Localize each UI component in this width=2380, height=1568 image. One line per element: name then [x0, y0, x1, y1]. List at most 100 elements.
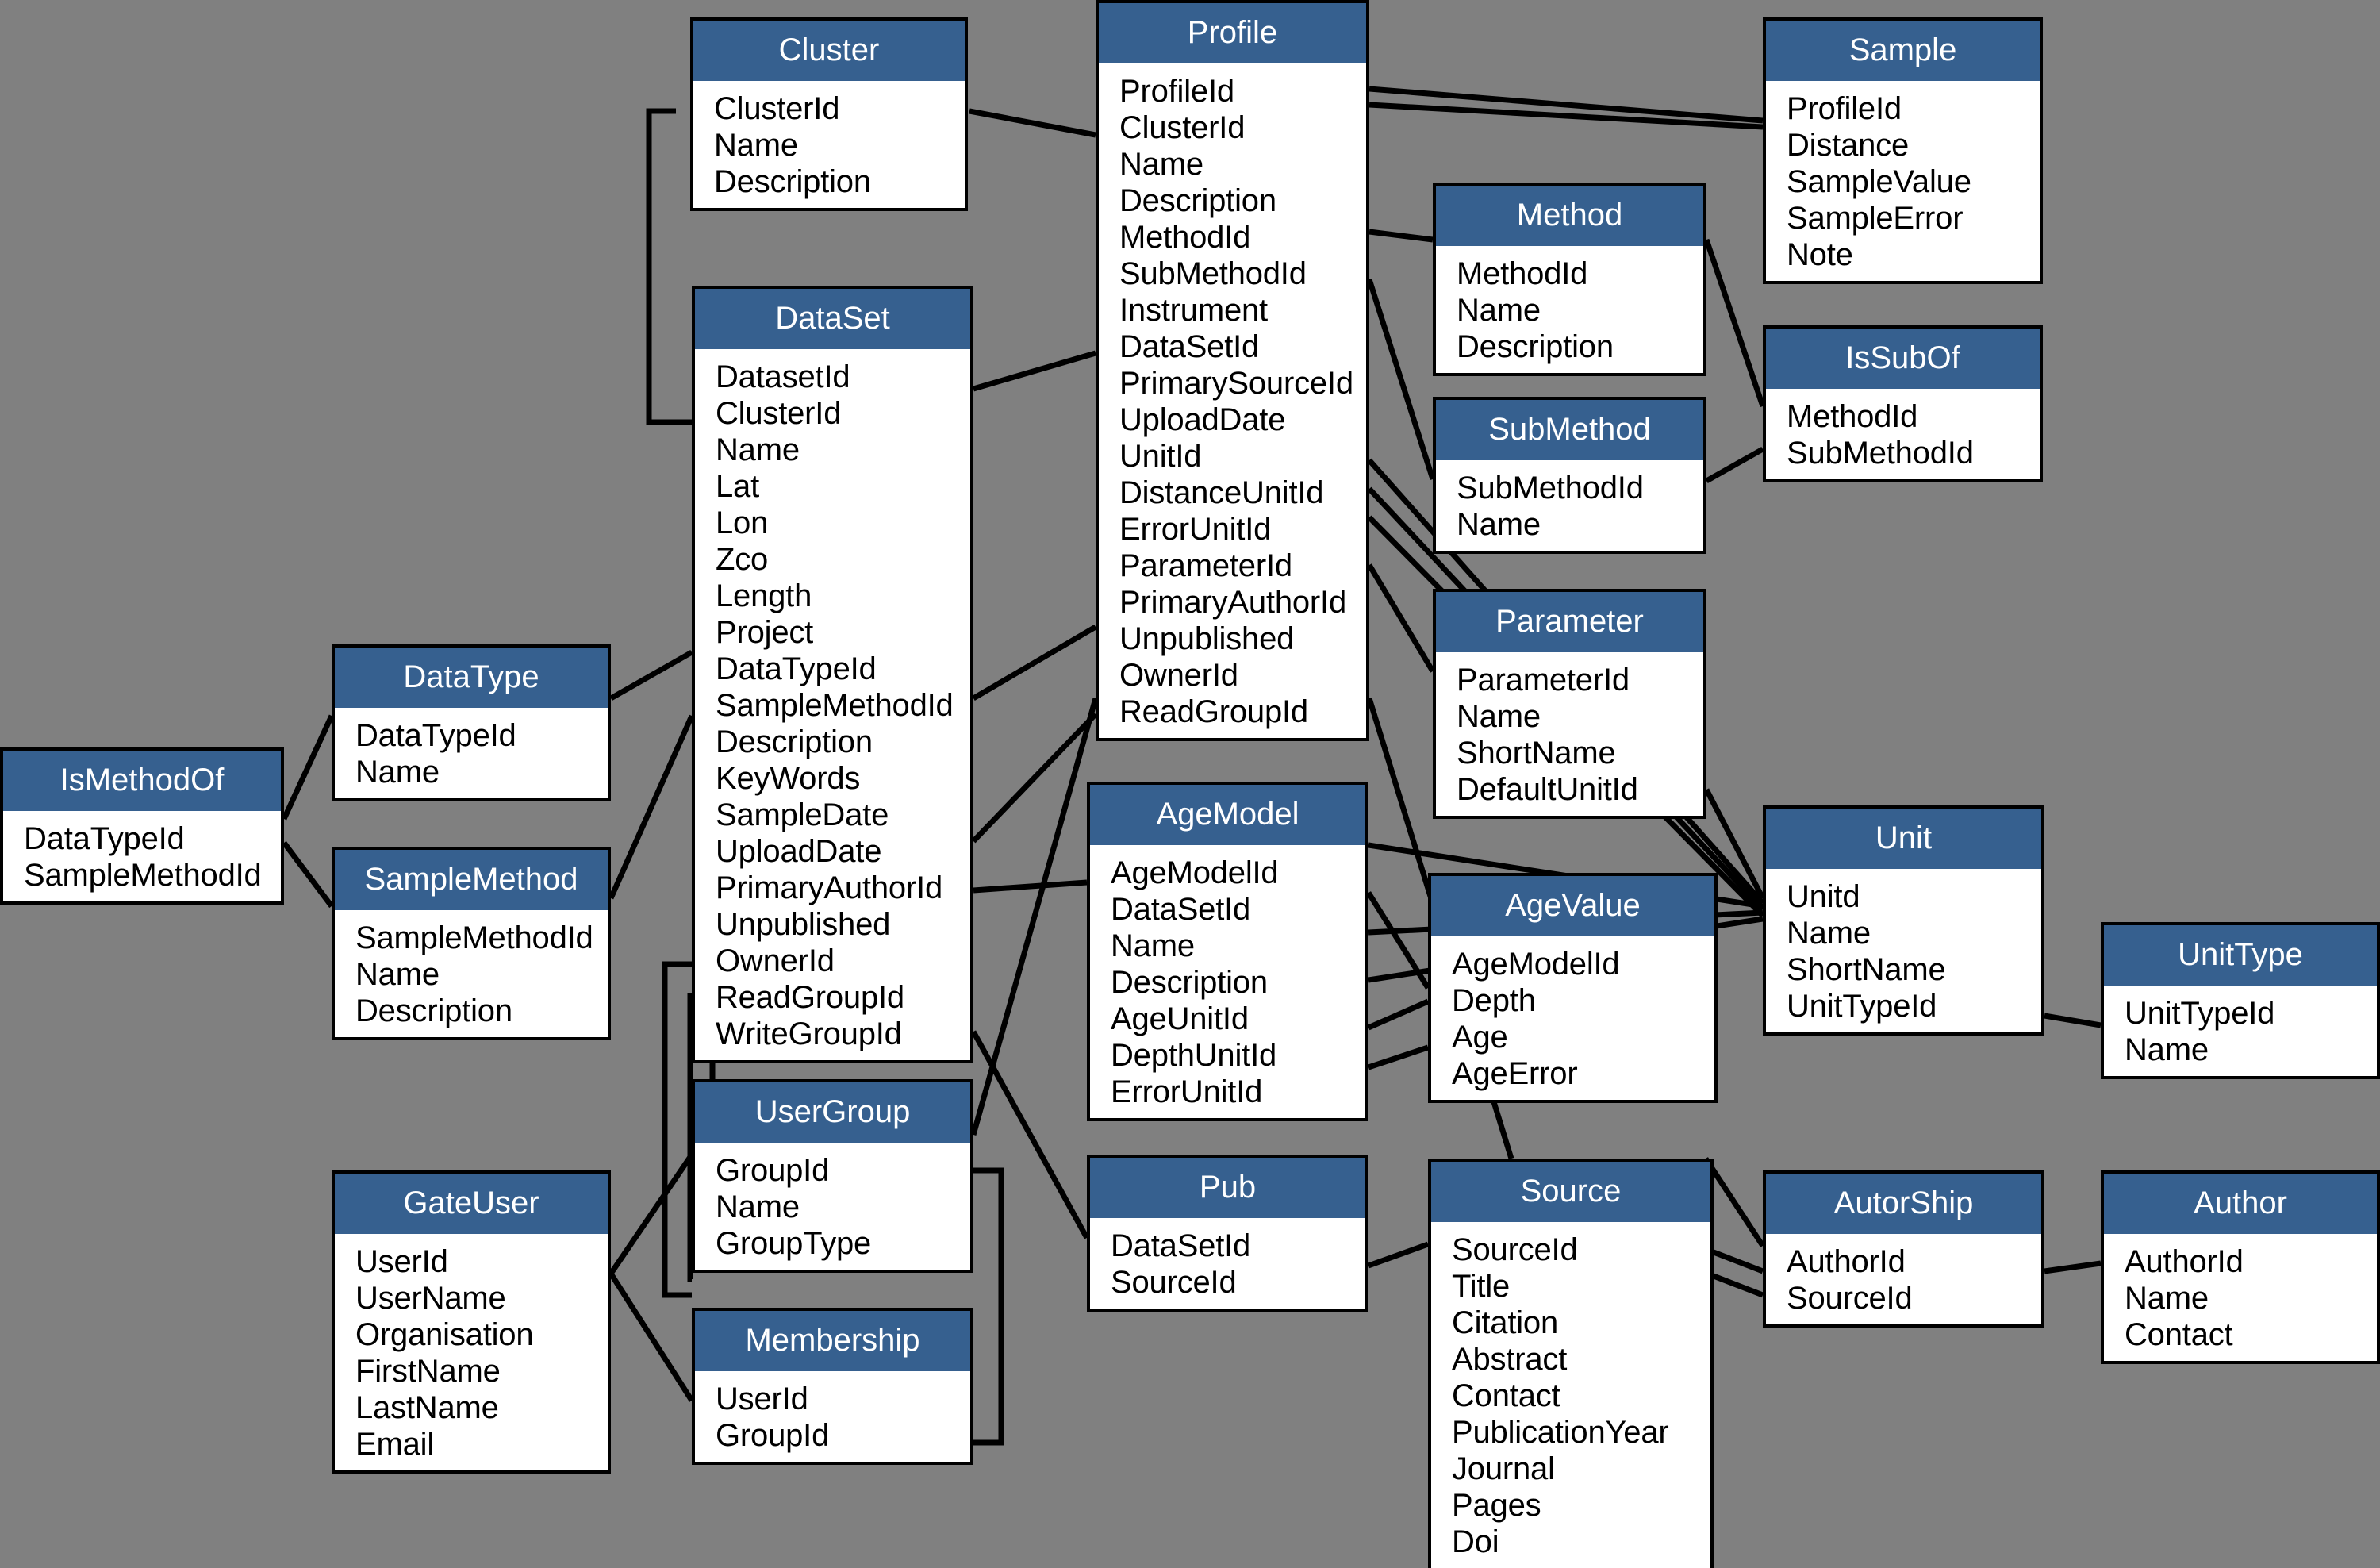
entity-title-dataset: DataSet	[695, 289, 970, 349]
entity-attributes-method: MethodId Name Description	[1436, 246, 1703, 373]
attribute-row: SampleDate	[716, 797, 889, 832]
attribute-row: LastName	[355, 1390, 499, 1425]
entity-dataset[interactable]: DataSet DatasetId ClusterId Name Lat Lon Zco Le…	[692, 286, 973, 1063]
entity-title-ismethodof: IsMethodOf	[3, 751, 281, 811]
entity-gateuser[interactable]: GateUser UserId UserName Organisation FirstN…	[332, 1170, 611, 1474]
entity-attributes-issubof: MethodId SubMethodId	[1766, 389, 2040, 479]
attribute-row: Note	[1787, 237, 1853, 272]
entity-issubof[interactable]: IsSubOf MethodId SubMethodId	[1763, 325, 2043, 482]
attribute-row: ShortName	[1457, 736, 1616, 771]
attribute-row: ShortName	[1787, 952, 1946, 987]
attribute-row: SubMethodId	[1787, 436, 1974, 471]
entity-usergroup[interactable]: UserGroup GroupId Name GroupType	[692, 1079, 973, 1273]
attribute-row: SampleMethodId	[355, 920, 593, 955]
attribute-row: OwnerId	[1119, 658, 1238, 693]
entity-title-unittype: UnitType	[2104, 925, 2377, 986]
entity-title-source: Source	[1431, 1162, 1710, 1222]
attribute-row: SampleMethodId	[716, 688, 954, 723]
attribute-row: Journal	[1452, 1451, 1555, 1486]
attribute-row: SourceId	[1787, 1281, 1913, 1316]
attribute-row: Name	[716, 432, 800, 467]
attribute-row: DistanceUnitId	[1119, 475, 1324, 510]
attribute-row: DataSetId	[1119, 329, 1260, 364]
attribute-row: ParameterId	[1457, 663, 1630, 698]
entity-title-pub: Pub	[1090, 1158, 1365, 1218]
attribute-row: GroupType	[716, 1226, 872, 1261]
entity-attributes-pub: DataSetId SourceId	[1090, 1218, 1365, 1309]
entity-attributes-ismethodof: DataTypeId SampleMethodId	[3, 811, 281, 901]
attribute-row: UnitId	[1119, 439, 1202, 474]
entity-title-agemodel: AgeModel	[1090, 785, 1365, 845]
attribute-row: UserName	[355, 1281, 506, 1316]
attribute-row: Title	[1452, 1269, 1511, 1304]
entity-parameter[interactable]: Parameter ParameterId Name ShortName Default…	[1433, 589, 1706, 819]
attribute-row: Description	[1111, 965, 1268, 1000]
entity-attributes-cluster: ClusterId Name Description	[693, 81, 965, 208]
attribute-row: Pages	[1452, 1488, 1541, 1523]
attribute-row: Name	[1119, 147, 1203, 182]
attribute-row: FirstName	[355, 1354, 501, 1389]
attribute-row: Length	[716, 578, 812, 613]
entity-author[interactable]: Author AuthorId Name Contact	[2101, 1170, 2380, 1364]
entity-attributes-source: SourceId Title Citation Abstract Contact Publ…	[1431, 1222, 1710, 1568]
entity-unit[interactable]: Unit Unitd Name ShortName UnitTypeId	[1763, 805, 2044, 1036]
attribute-row: Name	[355, 755, 440, 790]
entity-title-submethod: SubMethod	[1436, 400, 1703, 460]
attribute-row: Email	[355, 1427, 435, 1462]
attribute-row: Lon	[716, 505, 769, 540]
entity-datatype[interactable]: DataType DataTypeId Name	[332, 644, 611, 801]
entity-ismethodof[interactable]: IsMethodOf DataTypeId SampleMethodId	[0, 747, 284, 905]
entity-submethod[interactable]: SubMethod SubMethodId Name	[1433, 397, 1706, 554]
attribute-row: Description	[1119, 183, 1276, 218]
entity-agemodel[interactable]: AgeModel AgeModelId DataSetId Name Descripti…	[1087, 782, 1368, 1121]
entity-pub[interactable]: Pub DataSetId SourceId	[1087, 1155, 1368, 1312]
attribute-row: Unpublished	[716, 907, 891, 942]
entity-unittype[interactable]: UnitType UnitTypeId Name	[2101, 922, 2380, 1079]
entity-membership[interactable]: Membership UserId GroupId	[692, 1308, 973, 1465]
entity-title-membership: Membership	[695, 1311, 970, 1371]
attribute-row: ParameterId	[1119, 548, 1292, 583]
attribute-row: SampleValue	[1787, 164, 1971, 199]
attribute-row: ErrorUnitId	[1111, 1074, 1263, 1109]
entity-autorship[interactable]: AutorShip AuthorId SourceId	[1763, 1170, 2044, 1328]
entity-method[interactable]: Method MethodId Name Description	[1433, 183, 1706, 376]
entity-title-unit: Unit	[1766, 809, 2041, 869]
entity-title-autorship: AutorShip	[1766, 1174, 2041, 1234]
attribute-row: MethodId	[1119, 220, 1251, 255]
attribute-row: UnitTypeId	[2125, 996, 2275, 1031]
attribute-row: DataSetId	[1111, 892, 1251, 927]
entity-sample[interactable]: Sample ProfileId Distance SampleValue Sample…	[1763, 17, 2043, 284]
attribute-row: DataTypeId	[716, 651, 877, 686]
entity-title-samplemethod: SampleMethod	[335, 850, 608, 910]
attribute-row: SourceId	[1452, 1232, 1578, 1267]
attribute-row: MethodId	[1787, 399, 1918, 434]
entity-samplemethod[interactable]: SampleMethod SampleMethodId Name Descriptio…	[332, 847, 611, 1040]
attribute-row: DataSetId	[1111, 1228, 1251, 1263]
attribute-row: AuthorId	[1787, 1244, 1906, 1279]
attribute-row: SampleMethodId	[24, 858, 262, 893]
attribute-row: Project	[716, 615, 814, 650]
entity-cluster[interactable]: Cluster ClusterId Name Description	[690, 17, 968, 211]
attribute-row: Unitd	[1787, 879, 1860, 914]
attribute-row: ProfileId	[1787, 91, 1902, 126]
attribute-row: WriteGroupId	[716, 1017, 902, 1051]
attribute-row: SourceId	[1111, 1265, 1237, 1300]
entity-profile[interactable]: Profile ProfileId ClusterId Name Description…	[1096, 0, 1369, 741]
entity-title-usergroup: UserGroup	[695, 1082, 970, 1143]
attribute-row: Name	[2125, 1281, 2209, 1316]
attribute-row: Name	[355, 957, 440, 992]
attribute-row: UploadDate	[716, 834, 882, 869]
entity-source[interactable]: Source SourceId Title Citation Abstract Conta…	[1428, 1159, 1714, 1568]
entity-attributes-unittype: UnitTypeId Name	[2104, 986, 2377, 1076]
attribute-row: UploadDate	[1119, 402, 1286, 437]
attribute-row: Name	[714, 128, 798, 163]
attribute-row: DatasetId	[716, 359, 850, 394]
attribute-row: Abstract	[1452, 1342, 1568, 1377]
entity-attributes-agemodel: AgeModelId DataSetId Name Description AgeUni…	[1090, 845, 1365, 1118]
attribute-row: ProfileId	[1119, 74, 1234, 109]
entity-agevalue[interactable]: AgeValue AgeModelId Depth Age AgeError	[1428, 873, 1718, 1103]
attribute-row: ErrorUnitId	[1119, 512, 1272, 547]
entity-attributes-dataset: DatasetId ClusterId Name Lat Lon Zco Length Pro…	[695, 349, 970, 1060]
attribute-row: UnitTypeId	[1787, 989, 1937, 1024]
attribute-row: Unpublished	[1119, 621, 1295, 656]
